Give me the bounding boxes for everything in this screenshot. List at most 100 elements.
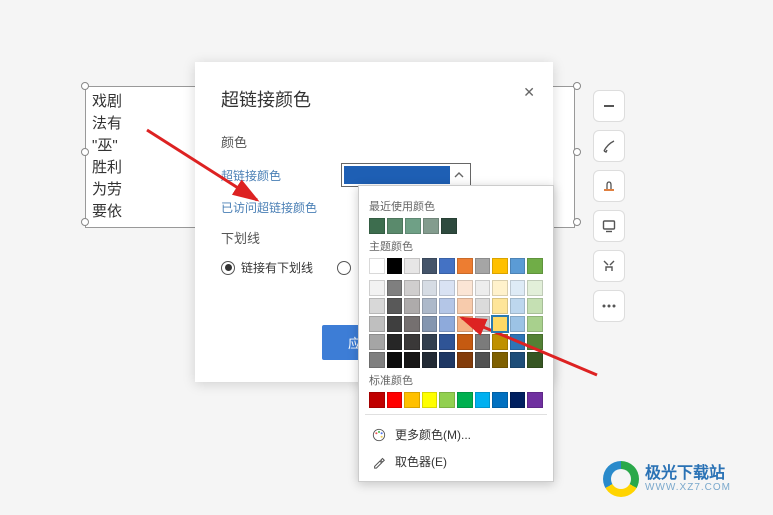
color-cell[interactable] (510, 316, 526, 332)
color-cell[interactable] (423, 218, 439, 234)
color-cell[interactable] (510, 298, 526, 314)
close-button[interactable]: ✕ (523, 84, 535, 101)
color-cell[interactable] (457, 298, 473, 314)
radio-label: 链接有下划线 (241, 259, 313, 276)
color-cell[interactable] (404, 334, 420, 350)
color-cell[interactable] (527, 334, 543, 350)
screen-button[interactable] (593, 210, 625, 242)
resize-handle[interactable] (573, 218, 581, 226)
eyedropper-button[interactable]: 取色器(E) (369, 448, 543, 475)
color-cell[interactable] (369, 352, 385, 368)
color-cell[interactable] (387, 258, 403, 274)
color-cell[interactable] (422, 298, 438, 314)
color-cell[interactable] (387, 280, 403, 296)
color-cell[interactable] (492, 280, 508, 296)
color-cell[interactable] (492, 298, 508, 314)
color-cell[interactable] (439, 280, 455, 296)
color-cell[interactable] (369, 334, 385, 350)
color-cell[interactable] (492, 316, 508, 332)
color-cell[interactable] (422, 392, 438, 408)
theme-colors-heading: 主题颜色 (369, 238, 543, 254)
color-cell[interactable] (422, 258, 438, 274)
color-cell[interactable] (527, 352, 543, 368)
resize-handle[interactable] (573, 148, 581, 156)
color-cell[interactable] (510, 392, 526, 408)
more-button[interactable] (593, 290, 625, 322)
color-cell[interactable] (369, 298, 385, 314)
color-cell[interactable] (404, 392, 420, 408)
resize-handle[interactable] (81, 82, 89, 90)
color-cell[interactable] (404, 316, 420, 332)
color-cell[interactable] (441, 218, 457, 234)
color-cell[interactable] (527, 298, 543, 314)
chevron-up-icon (450, 170, 468, 181)
color-cell[interactable] (475, 280, 491, 296)
color-cell[interactable] (439, 316, 455, 332)
color-cell[interactable] (422, 352, 438, 368)
color-cell[interactable] (527, 280, 543, 296)
color-cell[interactable] (475, 298, 491, 314)
color-cell[interactable] (457, 280, 473, 296)
more-colors-button[interactable]: 更多颜色(M)... (369, 421, 543, 448)
color-cell[interactable] (387, 334, 403, 350)
radio-icon (337, 261, 351, 275)
color-cell[interactable] (492, 352, 508, 368)
color-cell[interactable] (369, 392, 385, 408)
color-cell[interactable] (439, 258, 455, 274)
color-cell[interactable] (404, 352, 420, 368)
color-cell[interactable] (475, 352, 491, 368)
resize-handle[interactable] (573, 82, 581, 90)
palette-icon (371, 427, 387, 443)
color-cell[interactable] (439, 334, 455, 350)
color-cell[interactable] (527, 258, 543, 274)
color-cell[interactable] (439, 352, 455, 368)
radio-without-underline[interactable] (337, 259, 351, 276)
divider (365, 414, 547, 415)
stamp-button[interactable] (593, 170, 625, 202)
color-cell[interactable] (457, 316, 473, 332)
hyperlink-color-label: 超链接颜色 (221, 167, 341, 184)
color-cell[interactable] (422, 316, 438, 332)
color-cell[interactable] (369, 316, 385, 332)
color-cell[interactable] (439, 392, 455, 408)
color-cell[interactable] (510, 280, 526, 296)
tools-button[interactable] (593, 250, 625, 282)
color-cell[interactable] (404, 258, 420, 274)
color-cell[interactable] (457, 334, 473, 350)
color-cell[interactable] (387, 392, 403, 408)
color-cell[interactable] (405, 218, 421, 234)
color-cell[interactable] (527, 392, 543, 408)
color-cell[interactable] (369, 218, 385, 234)
color-cell[interactable] (492, 258, 508, 274)
color-cell[interactable] (439, 298, 455, 314)
color-cell[interactable] (527, 316, 543, 332)
brush-button[interactable] (593, 130, 625, 162)
color-cell[interactable] (475, 258, 491, 274)
resize-handle[interactable] (81, 148, 89, 156)
radio-with-underline[interactable]: 链接有下划线 (221, 259, 313, 276)
color-cell[interactable] (457, 352, 473, 368)
color-cell[interactable] (475, 392, 491, 408)
color-cell[interactable] (492, 392, 508, 408)
color-cell[interactable] (404, 298, 420, 314)
color-cell[interactable] (422, 334, 438, 350)
color-cell[interactable] (510, 352, 526, 368)
color-cell[interactable] (387, 218, 403, 234)
color-cell[interactable] (369, 280, 385, 296)
resize-handle[interactable] (81, 218, 89, 226)
color-cell[interactable] (510, 334, 526, 350)
color-cell[interactable] (510, 258, 526, 274)
color-cell[interactable] (387, 316, 403, 332)
color-cell[interactable] (369, 258, 385, 274)
hyperlink-color-select[interactable] (341, 163, 471, 187)
color-cell[interactable] (492, 334, 508, 350)
color-cell[interactable] (387, 352, 403, 368)
color-cell[interactable] (457, 258, 473, 274)
color-cell[interactable] (457, 392, 473, 408)
color-cell[interactable] (475, 316, 491, 332)
color-cell[interactable] (475, 334, 491, 350)
color-cell[interactable] (404, 280, 420, 296)
zoom-out-button[interactable] (593, 90, 625, 122)
color-cell[interactable] (422, 280, 438, 296)
color-cell[interactable] (387, 298, 403, 314)
